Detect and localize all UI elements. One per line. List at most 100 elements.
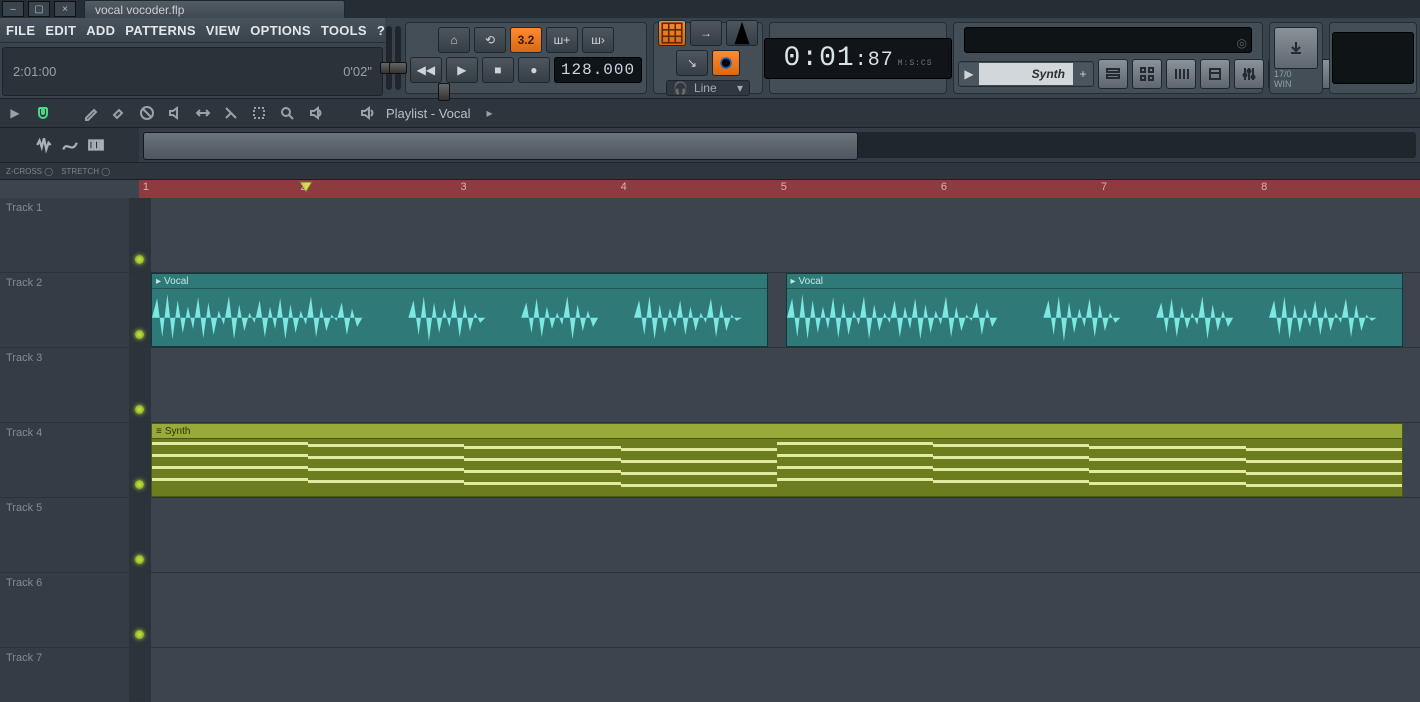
play-button[interactable]: ▶: [446, 57, 478, 83]
channel-add-button[interactable]: +: [1073, 63, 1093, 85]
hint-length: 0'02": [343, 64, 372, 79]
magnet-snap-button[interactable]: [34, 104, 52, 122]
song-mode-button[interactable]: ⟲: [474, 27, 506, 53]
pat-song-display[interactable]: 3.2: [510, 27, 542, 53]
bar-ruler[interactable]: 1 2 3 4 5 6 7 8: [139, 180, 1420, 198]
track-row[interactable]: Track 7: [0, 648, 1420, 702]
headphones-icon: 🎧: [673, 81, 688, 95]
track-row[interactable]: Track 1: [0, 198, 1420, 273]
oscilloscope: ◎: [964, 27, 1252, 53]
pianoroll-window-button[interactable]: [1166, 59, 1196, 89]
menu-help[interactable]: ?: [377, 23, 385, 38]
playlist-title: Playlist - Vocal: [386, 106, 471, 121]
playback-tool[interactable]: [306, 104, 324, 122]
channel-selector[interactable]: ▶ Synth +: [958, 61, 1094, 87]
track-label[interactable]: Track 4: [0, 423, 129, 497]
step-seq-toggle[interactable]: →: [690, 20, 722, 46]
top-panel: FILE EDIT ADD PATTERNS VIEW OPTIONS TOOL…: [0, 18, 1420, 98]
playlist-window-button[interactable]: [1098, 59, 1128, 89]
track-lane[interactable]: [151, 498, 1420, 572]
save-button[interactable]: [1274, 27, 1318, 69]
select-tool[interactable]: [250, 104, 268, 122]
track-row[interactable]: Track 3: [0, 348, 1420, 423]
piano-roll-toggle[interactable]: [658, 20, 686, 46]
paint-tool[interactable]: [110, 104, 128, 122]
track-lane[interactable]: ≡Synth: [151, 423, 1420, 497]
track-lane[interactable]: [151, 198, 1420, 272]
menu-file[interactable]: FILE: [6, 23, 35, 38]
pattern-mode-button[interactable]: ⌂: [438, 27, 470, 53]
track-row[interactable]: Track 6: [0, 573, 1420, 648]
snap-mode-select[interactable]: 🎧 Line ▾: [666, 80, 750, 96]
track-mute-led[interactable]: [135, 330, 144, 339]
playlist-menu-button[interactable]: ▶: [6, 104, 24, 122]
metronome-toggle[interactable]: [726, 20, 758, 46]
main-pitch-fader[interactable]: [385, 18, 394, 98]
menu-add[interactable]: ADD: [86, 23, 115, 38]
main-time-display[interactable]: 0:01 :87 M:S:CS: [764, 38, 951, 79]
track-mute-led[interactable]: [135, 480, 144, 489]
wait-input-toggle[interactable]: ↘: [676, 50, 708, 76]
menu-edit[interactable]: EDIT: [45, 23, 76, 38]
metronome-next-button[interactable]: ш›: [582, 27, 614, 53]
chevron-down-icon: ▾: [737, 81, 743, 95]
visualizer-menu-icon[interactable]: ◎: [1237, 36, 1247, 50]
track-mute-led[interactable]: [135, 255, 144, 264]
pattern-clip-synth[interactable]: ≡Synth: [151, 423, 1403, 497]
draw-tool[interactable]: [82, 104, 100, 122]
project-filename[interactable]: vocal vocoder.flp: [84, 0, 345, 19]
bar-number: 6: [941, 181, 947, 193]
horizontal-scrollbar[interactable]: [143, 132, 1416, 158]
zcross-toggle[interactable]: Z-CROSS ◯: [6, 167, 53, 176]
delete-tool[interactable]: [138, 104, 156, 122]
menu-tools[interactable]: TOOLS: [321, 23, 367, 38]
track-mute-led[interactable]: [135, 405, 144, 414]
browser-window-button[interactable]: [1200, 59, 1230, 89]
tempo-display[interactable]: 128.000: [554, 57, 642, 83]
pattern-mode-icon[interactable]: [87, 136, 105, 154]
track-label[interactable]: Track 7: [0, 648, 129, 702]
stepseq-window-button[interactable]: [1132, 59, 1162, 89]
metronome-prev-button[interactable]: ш+: [546, 27, 578, 53]
track-label[interactable]: Track 3: [0, 348, 129, 422]
track-lane[interactable]: [151, 648, 1420, 702]
menu-options[interactable]: OPTIONS: [250, 23, 311, 38]
link-toggle[interactable]: [712, 50, 740, 76]
track-lane[interactable]: [151, 348, 1420, 422]
stop-button[interactable]: ■: [482, 57, 514, 83]
automation-mode-icon[interactable]: [61, 136, 79, 154]
track-lane[interactable]: [151, 573, 1420, 647]
audio-clip-vocal[interactable]: ▸Vocal: [151, 273, 768, 347]
record-button[interactable]: ●: [518, 57, 550, 83]
track-lane[interactable]: ▸Vocal ▸Vocal: [151, 273, 1420, 347]
channel-prev-button[interactable]: ▶: [959, 63, 979, 85]
waveform-mode-icon[interactable]: [35, 136, 53, 154]
track-mute-led[interactable]: [135, 555, 144, 564]
track-label[interactable]: Track 1: [0, 198, 129, 272]
track-row[interactable]: Track 5: [0, 498, 1420, 573]
menu-patterns[interactable]: PATTERNS: [125, 23, 196, 38]
track-label[interactable]: Track 2: [0, 273, 129, 347]
track-label[interactable]: Track 5: [0, 498, 129, 572]
rewind-button[interactable]: ◀◀: [410, 57, 442, 83]
mute-tool[interactable]: [166, 104, 184, 122]
track-row[interactable]: Track 4 ≡Synth: [0, 423, 1420, 498]
mixer-window-button[interactable]: [1234, 59, 1264, 89]
slice-tool[interactable]: [222, 104, 240, 122]
stretch-toggle[interactable]: STRETCH ◯: [61, 167, 110, 176]
zoom-tool[interactable]: [278, 104, 296, 122]
playlist-title-chevron-icon[interactable]: ▸: [481, 104, 499, 122]
minimize-button[interactable]: –: [2, 1, 24, 17]
main-volume-fader[interactable]: [394, 18, 403, 98]
slip-tool[interactable]: [194, 104, 212, 122]
track-label[interactable]: Track 6: [0, 573, 129, 647]
clip-audio-icon: ▸: [791, 276, 796, 287]
close-button[interactable]: ×: [54, 1, 76, 17]
menu-view[interactable]: VIEW: [206, 23, 240, 38]
track-row[interactable]: Track 2 ▸Vocal ▸Vocal: [0, 273, 1420, 348]
hint-bar: 2:01:00 0'02": [2, 47, 383, 96]
maximize-button[interactable]: ▢: [28, 1, 50, 17]
audio-clip-vocal[interactable]: ▸Vocal: [786, 273, 1403, 347]
track-mute-led[interactable]: [135, 630, 144, 639]
clip-pattern-icon: ≡: [156, 426, 162, 437]
